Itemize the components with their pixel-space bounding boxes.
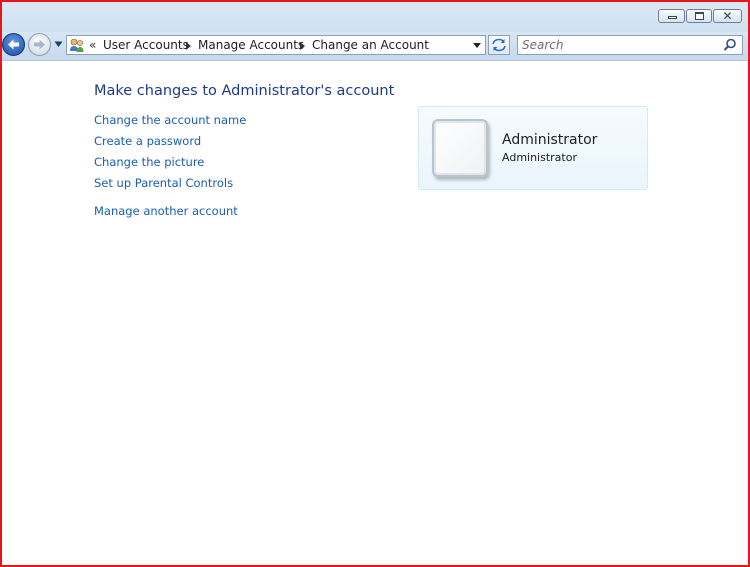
breadcrumb-user-accounts[interactable]: User Accounts (103, 38, 189, 53)
breadcrumb-change-an-account[interactable]: Change an Account (312, 38, 429, 53)
navigation-bar: « User Accounts Manage Accounts Change a… (2, 32, 748, 61)
breadcrumb-manage-accounts[interactable]: Manage Accounts (198, 38, 304, 53)
refresh-button[interactable] (488, 35, 510, 55)
search-box[interactable] (517, 35, 743, 55)
back-arrow-icon (8, 39, 19, 50)
recent-pages-dropdown-icon[interactable] (54, 41, 63, 48)
breadcrumb-overflow-chevron[interactable]: « (89, 37, 96, 53)
maximize-button[interactable] (686, 9, 712, 23)
account-type: Administrator (502, 151, 577, 164)
account-card: Administrator Administrator (418, 106, 648, 190)
create-password-link[interactable]: Create a password (94, 134, 201, 148)
forward-arrow-icon (34, 39, 45, 50)
search-input[interactable] (522, 38, 712, 52)
manage-another-account-link[interactable]: Manage another account (94, 204, 238, 218)
parental-controls-link[interactable]: Set up Parental Controls (94, 176, 233, 190)
maximize-icon (695, 12, 704, 20)
address-dropdown-icon[interactable] (473, 43, 481, 48)
minimize-button[interactable] (658, 9, 685, 23)
back-button[interactable] (2, 33, 25, 56)
account-name: Administrator (502, 132, 598, 148)
refresh-icon (492, 38, 506, 52)
search-icon[interactable] (723, 38, 737, 52)
title-bar[interactable]: ✕ (2, 2, 748, 32)
close-icon: ✕ (722, 9, 733, 23)
forward-button[interactable] (28, 33, 51, 56)
breadcrumb-separator-icon[interactable] (186, 42, 191, 50)
breadcrumb-separator-icon[interactable] (300, 42, 305, 50)
user-accounts-icon (70, 38, 84, 52)
change-account-name-link[interactable]: Change the account name (94, 113, 246, 127)
account-picture (432, 119, 488, 177)
explorer-window: ✕ « User Accounts Manage Accounts Change… (0, 0, 750, 567)
page-title: Make changes to Administrator's account (94, 83, 395, 99)
change-picture-link[interactable]: Change the picture (94, 155, 204, 169)
close-button[interactable]: ✕ (713, 9, 742, 23)
content-pane: Make changes to Administrator's account … (2, 61, 748, 565)
address-bar[interactable]: « User Accounts Manage Accounts Change a… (66, 35, 486, 55)
minimize-icon (668, 16, 677, 19)
